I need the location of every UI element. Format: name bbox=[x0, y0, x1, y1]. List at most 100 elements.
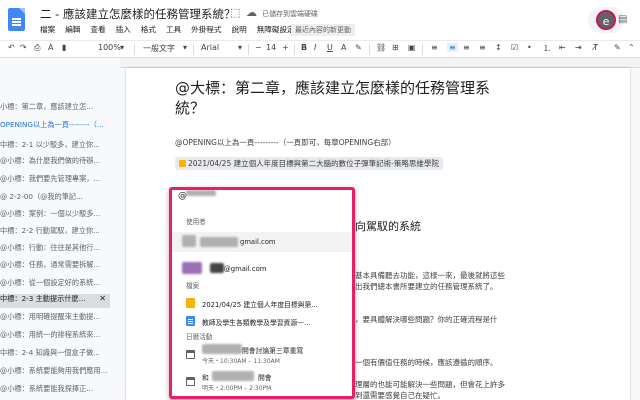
outline-item[interactable]: OPENING以上為一頁--------（... bbox=[0, 120, 110, 134]
user-suggestion[interactable]: @gmail.com bbox=[172, 260, 352, 280]
insert-link-icon[interactable]: ⛓ bbox=[376, 43, 386, 52]
outline-item[interactable]: @小標：我們要先管理專案，... bbox=[0, 174, 110, 188]
undo-icon[interactable]: ↶ bbox=[8, 43, 15, 52]
google-docs-logo-icon[interactable] bbox=[8, 8, 25, 31]
editing-mode-icon[interactable]: ✎ bbox=[614, 43, 621, 52]
move-folder-icon[interactable]: ⬚ bbox=[230, 6, 240, 19]
menu-edit[interactable]: 編輯 bbox=[65, 24, 80, 35]
zoom-dropdown-icon[interactable]: ▾ bbox=[120, 43, 124, 52]
file-suggestion[interactable]: 教師及學生各類教學及學習資源—... bbox=[172, 311, 352, 331]
decrease-indent-icon[interactable]: ⇤ bbox=[559, 43, 566, 52]
align-justify-icon[interactable]: ≡ bbox=[479, 43, 486, 52]
outline-item[interactable]: 小標：第二章，應該建立怎... bbox=[0, 102, 110, 116]
menu-help[interactable]: 說明 bbox=[232, 24, 247, 35]
event-suggestion[interactable]: 和 開會 明天・2:00PM – 2:30PM bbox=[172, 369, 352, 395]
font-select[interactable]: Arial bbox=[201, 43, 219, 52]
cloud-status-icon[interactable]: ☁ bbox=[246, 6, 257, 19]
menu-file[interactable]: 檔案 bbox=[40, 24, 55, 35]
menu-format[interactable]: 格式 bbox=[141, 24, 156, 35]
close-icon[interactable]: ✕ bbox=[99, 294, 106, 303]
users-section-label: 使用者 bbox=[186, 218, 206, 226]
menu-accessibility[interactable]: 無障礙設定 bbox=[257, 24, 295, 35]
horizontal-ruler[interactable] bbox=[120, 58, 640, 68]
font-size-input[interactable]: 14 bbox=[266, 43, 276, 52]
outline-item[interactable]: @小標：系統要能我探擇正... bbox=[0, 384, 110, 398]
highlight-icon[interactable]: ✎ bbox=[355, 43, 362, 52]
file-name: 教師及學生各類教學及學習資源—... bbox=[202, 319, 311, 327]
mention-suggestion-popup: @ 使用者 gmail.com @gmail.com 檔案 2021/04/25… bbox=[169, 187, 355, 399]
menu-insert[interactable]: 插入 bbox=[116, 24, 131, 35]
document-outline: 小標：第二章，應該建立怎... OPENING以上為一頁--------（...… bbox=[0, 58, 110, 400]
event-title: 開會 bbox=[258, 374, 272, 382]
increase-indent-icon[interactable]: ⇥ bbox=[575, 43, 582, 52]
slides-file-icon bbox=[179, 160, 186, 167]
outline-item[interactable]: @小標：用明確提醒來主動提... bbox=[0, 312, 110, 326]
section-heading-fragment: 向駕馭的系統 bbox=[355, 220, 421, 233]
comment-history-icon[interactable]: ▤ bbox=[618, 14, 627, 25]
outline-item-active[interactable]: 中標：2-3 主動提示什麼... ✕ bbox=[0, 294, 110, 308]
menu-tools[interactable]: 工具 bbox=[166, 24, 181, 35]
docs-file-icon bbox=[186, 316, 195, 326]
user-email: gmail.com bbox=[240, 238, 276, 246]
italic-icon[interactable]: I bbox=[314, 43, 316, 52]
outline-item[interactable]: @小標：為什麼我們做的待辦... bbox=[0, 156, 110, 170]
calendar-event-icon bbox=[186, 377, 195, 386]
file-suggestion[interactable]: 2021/04/25 建立個人年度目標與第... bbox=[172, 293, 352, 313]
events-section-label: 日曆活動 bbox=[186, 333, 213, 341]
user-suggestion[interactable]: gmail.com bbox=[172, 232, 352, 252]
insert-image-icon[interactable]: ▣ bbox=[408, 43, 416, 52]
font-size-increase-icon[interactable]: + bbox=[282, 43, 289, 52]
event-suggestion[interactable]: 開會討論第三章重寫 今天・10:30AM – 11:30AM bbox=[172, 342, 352, 368]
outline-item[interactable]: @小標：行動：往往是其他行... bbox=[0, 243, 110, 257]
text-color-icon[interactable]: A bbox=[341, 43, 346, 52]
font-size-decrease-icon[interactable]: − bbox=[255, 43, 262, 52]
collapse-toolbar-icon[interactable]: ⌃ bbox=[628, 43, 635, 52]
outline-item[interactable]: @小標：系統要能夠用我們應用... bbox=[0, 366, 110, 380]
bulleted-list-icon[interactable]: • bbox=[527, 43, 532, 52]
body-text-line: 理層的也能可能解決一些問題，但會花上許多 bbox=[355, 380, 505, 389]
redacted-avatar bbox=[182, 262, 202, 274]
outline-item[interactable]: @小標：案例：一個以少駁多... bbox=[0, 209, 110, 223]
checklist-icon[interactable]: ☑ bbox=[511, 43, 518, 52]
document-heading[interactable]: @大標：第二章，應該建立怎麼樣的任務管理系統？ bbox=[175, 78, 515, 118]
outline-item[interactable]: @小標：從一個設定好的系統... bbox=[0, 278, 110, 292]
outline-item[interactable]: 中標：2-1 以少駁多，建立你... bbox=[0, 140, 110, 154]
menu-addons[interactable]: 外掛程式 bbox=[191, 24, 221, 35]
linked-file-chip[interactable]: 2021/04/25 建立個人年度目標與第二大腦的數位子彈筆記術-策略思維學院 bbox=[175, 157, 443, 170]
body-text-line: 基本具備聽去功能，這樣一來，最後就將這些 bbox=[355, 271, 505, 280]
outline-item[interactable]: 中標：2-2 行動駕馭，建立你... bbox=[0, 226, 110, 240]
align-left-icon[interactable]: ≡ bbox=[431, 43, 438, 52]
menu-view[interactable]: 查看 bbox=[90, 24, 105, 35]
outline-item[interactable]: 中標：2-4 知識與一個盒子做... bbox=[0, 348, 110, 362]
event-time: 今天・10:30AM – 11:30AM bbox=[202, 358, 280, 365]
clear-formatting-icon[interactable]: T̸ bbox=[593, 43, 598, 52]
outline-item[interactable]: @ 2-2-00（@我的筆記... bbox=[0, 192, 110, 206]
redo-icon[interactable]: ↷ bbox=[20, 43, 27, 52]
align-right-icon[interactable]: ≡ bbox=[463, 43, 470, 52]
style-select[interactable]: 一般文字 bbox=[143, 43, 175, 54]
slides-file-icon bbox=[186, 298, 195, 308]
font-dropdown-icon[interactable]: ▾ bbox=[238, 43, 242, 52]
align-center-icon[interactable]: ≡ bbox=[447, 43, 458, 52]
body-text-line: 出我們總本書所要建立的任務管理系統了。 bbox=[355, 282, 498, 291]
zoom-select[interactable]: 100% bbox=[98, 43, 121, 52]
bold-icon[interactable]: B bbox=[301, 43, 307, 52]
opening-line[interactable]: @OPENING以上為一頁---------（一頁即可，每章OPENING右部） bbox=[175, 137, 396, 148]
avatar[interactable]: e bbox=[596, 10, 616, 30]
outline-item[interactable]: @小標：用統一的排程系統來... bbox=[0, 330, 110, 344]
outline-item[interactable]: @小標：任務，通常需要拆解... bbox=[0, 260, 110, 274]
add-comment-icon[interactable]: ⊞ bbox=[392, 43, 399, 52]
print-icon[interactable]: ⎙ bbox=[34, 43, 40, 53]
spellcheck-icon[interactable]: A bbox=[48, 43, 53, 52]
star-icon[interactable]: ☆ bbox=[215, 6, 225, 19]
paint-format-icon[interactable]: ▮ bbox=[62, 43, 66, 52]
toolbar-divider bbox=[134, 44, 135, 55]
numbered-list-icon[interactable]: ⒈ bbox=[543, 43, 551, 54]
redacted-name bbox=[210, 263, 224, 273]
document-title[interactable]: 二 - 應該建立怎麼樣的任務管理系統？ bbox=[40, 6, 235, 22]
toolbar-divider bbox=[294, 44, 295, 55]
style-dropdown-icon[interactable]: ▾ bbox=[183, 43, 187, 52]
last-edit-link[interactable]: 最近內容的新更動 bbox=[291, 24, 355, 36]
underline-icon[interactable]: U bbox=[327, 43, 333, 52]
line-spacing-icon[interactable]: ↕ bbox=[495, 43, 502, 52]
